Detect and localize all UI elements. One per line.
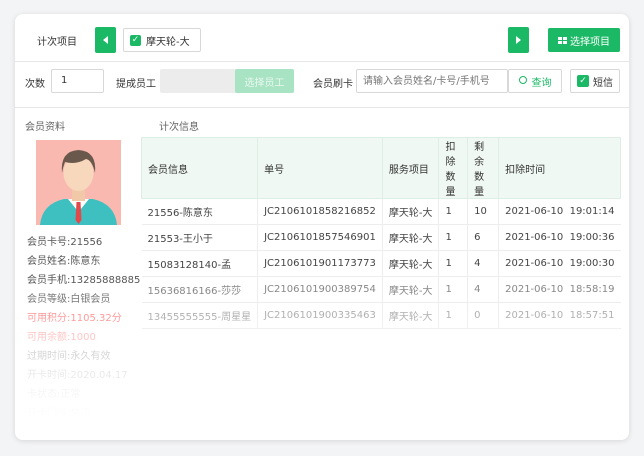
select-project-button[interactable]: 选择项目: [548, 28, 620, 52]
table-cell: 1: [438, 224, 468, 251]
member-section-title: 会员资料: [25, 122, 65, 133]
table-row[interactable]: 21556-陈意东 JC2106101858216852 摩天轮-大 1 10 …: [141, 198, 621, 225]
table-cell: JC2106101900335463: [257, 302, 383, 329]
member-open-date: 开卡时间:2020.04.17: [27, 370, 128, 381]
table-cell: 1: [438, 250, 468, 277]
table-header-row: 会员信息 单号 服务项目 扣除数量 剩余数量 扣除时间: [140, 137, 621, 199]
project-label: 计次项目: [37, 37, 77, 48]
column-header: 单号: [257, 137, 383, 199]
column-header: 会员信息: [140, 137, 259, 199]
table-row[interactable]: 13455555555-周星星 JC2106101900335463 摩天轮-大…: [141, 302, 621, 329]
table-cell: 摩天轮-大: [381, 302, 439, 329]
staff-label: 提成员工: [116, 79, 156, 90]
member-balance: 可用余额:1000: [27, 332, 96, 343]
search-button[interactable]: 查询: [508, 69, 562, 93]
check-icon: ✓: [130, 34, 141, 46]
table-cell: JC2106101900389754: [257, 276, 383, 303]
table-cell: 1: [438, 302, 468, 329]
table-cell: 0: [467, 302, 499, 329]
card-label: 会员刷卡: [313, 79, 353, 90]
select-project-label: 选择项目: [570, 36, 610, 48]
count-label: 次数: [25, 79, 45, 90]
member-expiry: 过期时间:永久有效: [27, 351, 111, 362]
count-section-title: 计次信息: [159, 122, 199, 133]
table-cell: 15636816166-莎莎: [141, 276, 258, 303]
member-points: 可用积分:1105.32分: [27, 313, 122, 324]
column-header: 扣除时间: [498, 137, 621, 199]
table-cell: JC2106101857546901: [257, 224, 383, 251]
table-cell: 摩天轮-大: [381, 276, 439, 303]
check-icon: ✓: [577, 75, 589, 87]
caret-left-icon: [103, 36, 108, 44]
table-cell: 4: [467, 250, 499, 277]
selected-project-label: 摩天轮-大: [146, 36, 190, 48]
caret-right-icon: [516, 36, 521, 44]
table-cell: JC2106101858216852: [257, 198, 383, 225]
table-row[interactable]: 21553-王小于 JC2106101857546901 摩天轮-大 1 6 2…: [141, 224, 621, 251]
counting-panel: 计次项目 ✓ 摩天轮-大 选择项目 次数 1 提成员工 选择员工 会员刷卡 查询…: [15, 14, 629, 440]
member-card-number: 会员卡号:21556: [27, 237, 103, 248]
next-button[interactable]: [508, 27, 529, 53]
column-header: 扣除数量: [438, 137, 469, 199]
member-info: 会员卡号:21556 会员姓名:陈意东 会员手机:13285888885 会员等…: [27, 233, 140, 423]
member-level: 会员等级:白银会员: [27, 294, 111, 305]
table-cell: JC2106101901173773: [257, 250, 383, 277]
table-row[interactable]: 15083128140-孟 JC2106101901173773 摩天轮-大 1…: [141, 250, 621, 277]
divider: [15, 61, 629, 62]
table-cell: 13455555555-周星星: [141, 302, 258, 329]
selected-project-tag[interactable]: ✓ 摩天轮-大: [123, 28, 201, 52]
member-open-store: 开卡门店:总店: [27, 408, 91, 419]
table-cell: 2021-06-10 19:00:36: [498, 224, 621, 251]
table-cell: 15083128140-孟: [141, 250, 258, 277]
search-icon: [518, 76, 527, 84]
count-records-table: 会员信息 单号 服务项目 扣除数量 剩余数量 扣除时间 21556-陈意东 JC…: [140, 137, 621, 329]
staff-input[interactable]: [160, 69, 237, 93]
avatar: [36, 140, 121, 225]
sms-label: 短信: [593, 77, 613, 89]
select-staff-button[interactable]: 选择员工: [235, 69, 294, 93]
column-header: 服务项目: [381, 137, 440, 199]
table-cell: 摩天轮-大: [381, 224, 439, 251]
prev-button[interactable]: [95, 27, 116, 53]
table-cell: 21556-陈意东: [141, 198, 258, 225]
table-cell: 2021-06-10 19:00:30: [498, 250, 621, 277]
table-cell: 10: [467, 198, 499, 225]
person-icon: [40, 150, 117, 225]
sms-toggle[interactable]: ✓ 短信: [570, 69, 620, 93]
table-cell: 摩天轮-大: [381, 250, 439, 277]
member-phone: 会员手机:13285888885: [27, 275, 141, 286]
table-cell: 2021-06-10 18:58:19: [498, 276, 621, 303]
table-cell: 2021-06-10 18:57:51: [498, 302, 621, 329]
table-row[interactable]: 15636816166-莎莎 JC2106101900389754 摩天轮-大 …: [141, 276, 621, 303]
member-search-input[interactable]: [356, 69, 508, 93]
table-cell: 1: [438, 276, 468, 303]
member-card-status: 卡状态:正常: [27, 389, 81, 400]
divider: [15, 107, 629, 108]
grid-icon: [558, 36, 567, 44]
table-cell: 2021-06-10 19:01:14: [498, 198, 621, 225]
column-header: 剩余数量: [467, 137, 500, 199]
count-input[interactable]: 1: [51, 69, 104, 93]
member-name: 会员姓名:陈意东: [27, 256, 101, 267]
search-label: 查询: [531, 77, 552, 89]
table-cell: 1: [438, 198, 468, 225]
table-cell: 6: [467, 224, 499, 251]
table-cell: 摩天轮-大: [381, 198, 439, 225]
table-cell: 4: [467, 276, 499, 303]
table-cell: 21553-王小于: [141, 224, 258, 251]
